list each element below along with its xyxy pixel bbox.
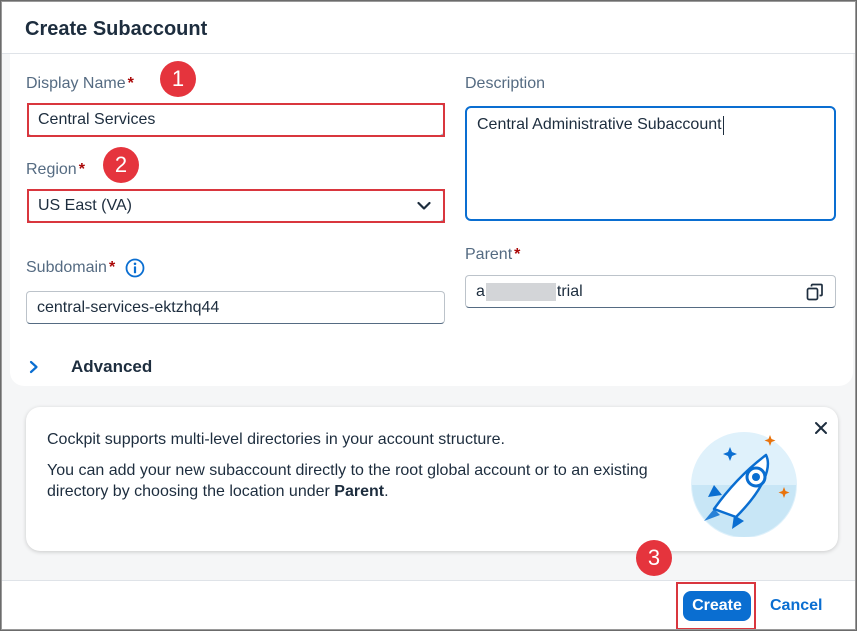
dialog-title: Create Subaccount	[25, 18, 208, 40]
close-icon[interactable]	[814, 421, 828, 435]
required-marker: *	[127, 75, 134, 92]
info-line-1: Cockpit supports multi-level directories…	[47, 431, 505, 448]
info-icon[interactable]	[125, 258, 145, 278]
parent-emphasis: Parent	[334, 483, 385, 500]
copy-icon[interactable]	[806, 283, 824, 301]
redacted-block	[485, 282, 556, 301]
subdomain-label: Subdomain *	[26, 258, 145, 278]
create-subaccount-dialog: Create Subaccount Display Name * Central …	[1, 1, 856, 630]
text-cursor	[722, 116, 724, 135]
region-highlight	[27, 189, 445, 223]
required-marker: *	[108, 259, 116, 276]
info-message-strip: Cockpit supports multi-level directories…	[26, 407, 838, 551]
description-label: Description	[465, 75, 546, 92]
required-marker: *	[78, 161, 85, 178]
region-label: Region *	[26, 161, 85, 178]
display-name-label: Display Name *	[26, 75, 134, 92]
chevron-right-icon	[29, 360, 38, 374]
step-1-badge: 1	[160, 61, 196, 97]
info-line-2: You can add your new subaccount directly…	[47, 462, 648, 500]
required-marker: *	[514, 246, 521, 263]
description-textarea[interactable]: Central Administrative Subaccount	[465, 106, 836, 221]
step-2-badge: 2	[103, 147, 139, 183]
advanced-label: Advanced	[71, 357, 153, 376]
step-3-badge: 3	[636, 540, 672, 576]
advanced-toggle[interactable]: Advanced	[28, 356, 188, 378]
cancel-button[interactable]: Cancel	[770, 591, 822, 621]
dialog-header: Create Subaccount	[2, 2, 855, 54]
parent-field[interactable]: a trial	[465, 275, 836, 308]
rocket-illustration	[691, 432, 797, 537]
create-highlight	[676, 582, 756, 629]
subdomain-input[interactable]: central-services-ektzhq44	[26, 291, 445, 324]
parent-label: Parent *	[465, 246, 521, 263]
display-name-highlight	[27, 103, 445, 137]
